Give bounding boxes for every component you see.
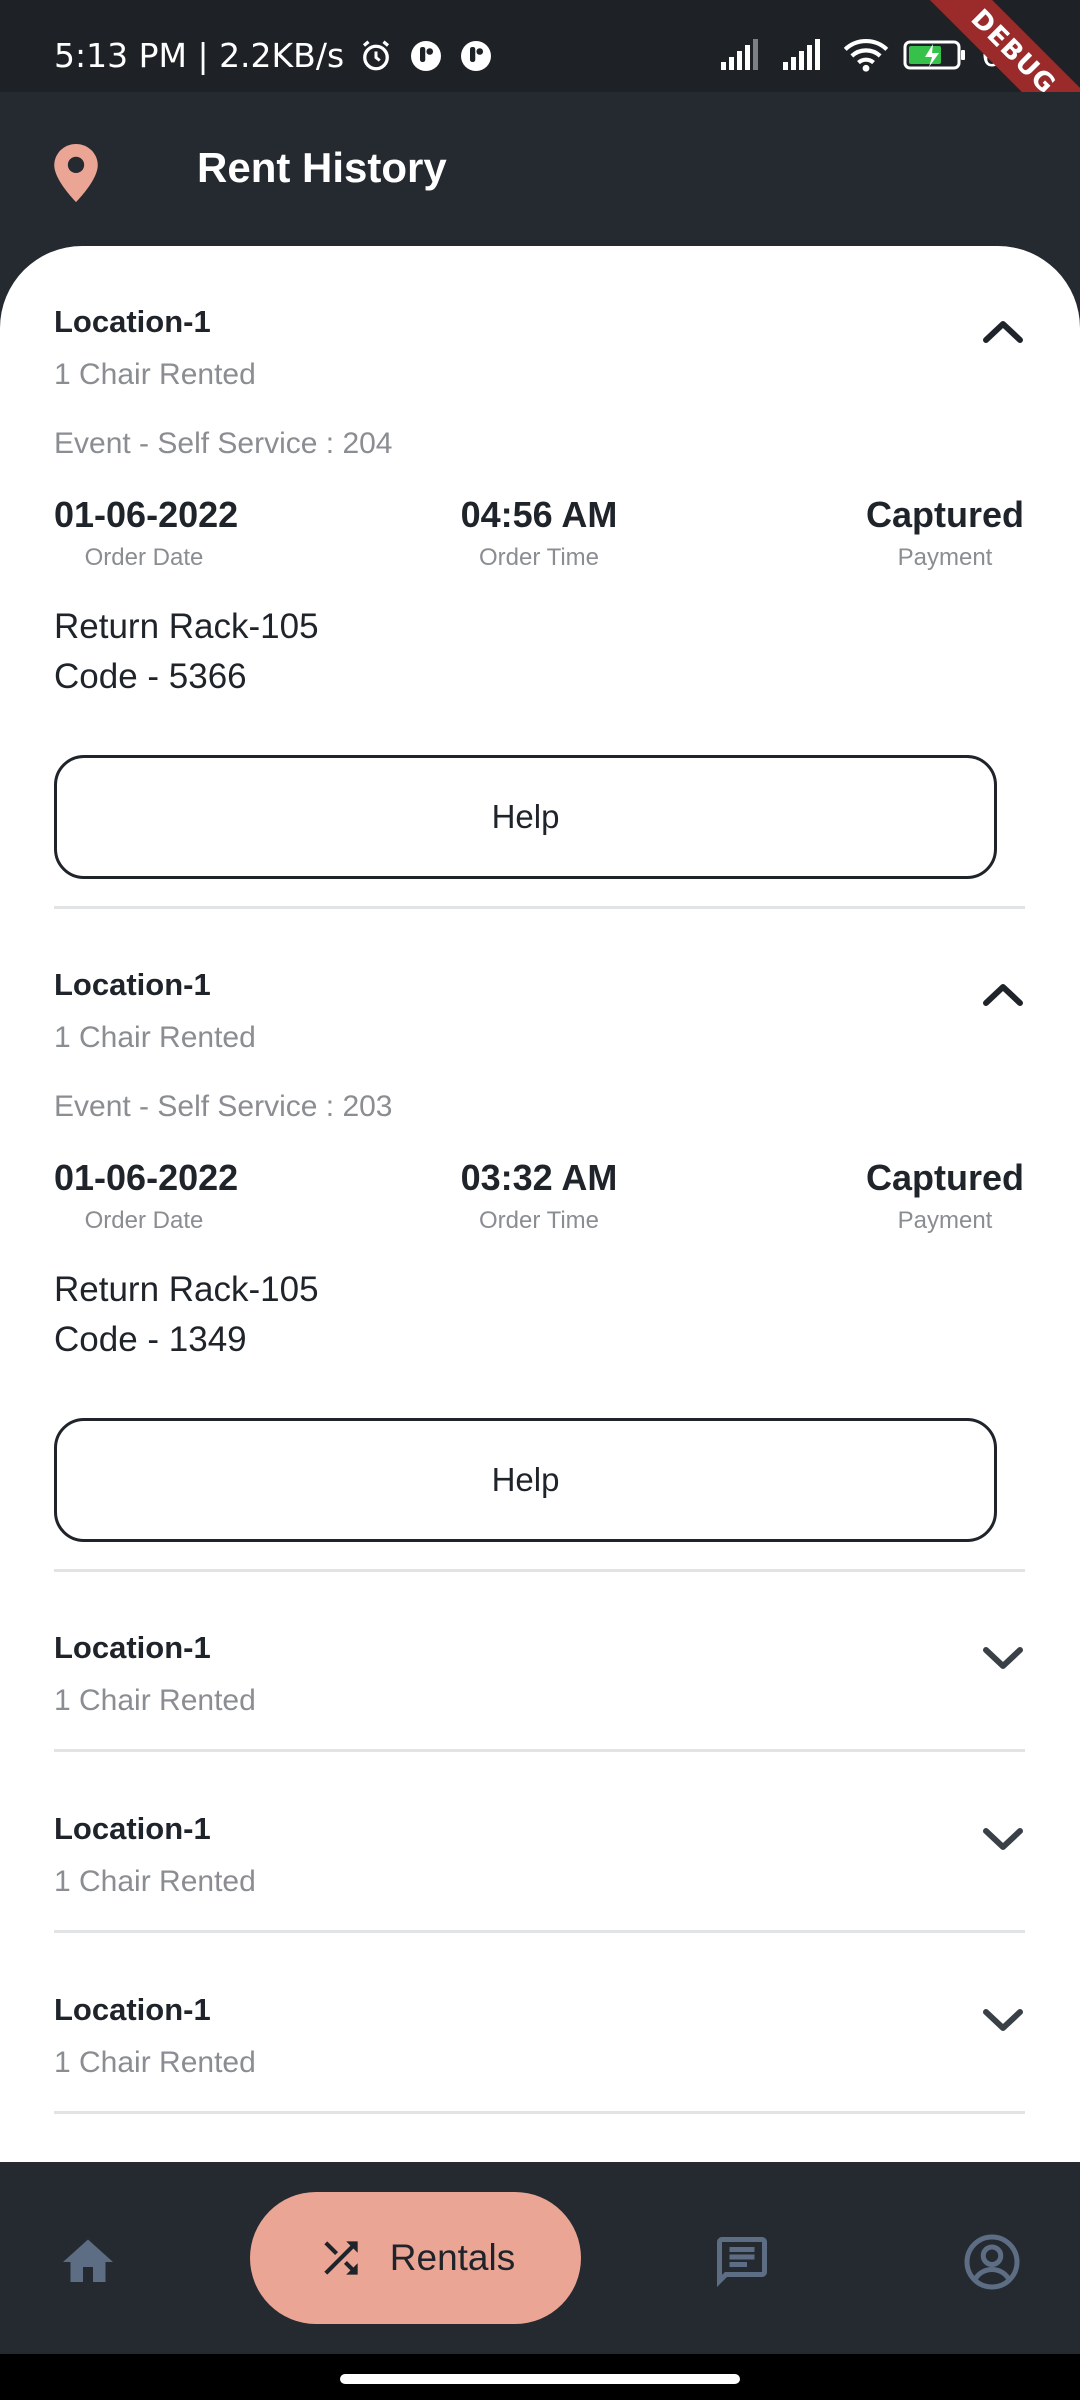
account-icon[interactable] [962,2232,1022,2292]
location-title: Location-1 [54,1992,211,2027]
event-text: Event - Self Service : 203 [54,1090,393,1123]
order-date-value: 01-06-2022 [54,1157,239,1198]
app-notification-icon [411,40,442,71]
location-pin-icon [54,144,98,202]
rental-card-collapsed[interactable]: Location-1 1 Chair Rented [54,1811,1025,1933]
help-button[interactable]: Help [54,1418,997,1542]
rented-count: 1 Chair Rented [54,1684,256,1717]
payment-value: Captured [865,1157,1024,1198]
return-rack: Return Rack-105 [54,607,319,646]
page-title: Rent History [197,144,447,191]
order-date-label: Order Date [84,544,204,571]
app-bar: Rent History [0,92,1080,246]
order-time-value: 03:32 AM [460,1157,618,1198]
payment-status: Captured Payment [865,1157,1025,1235]
battery-charging-icon [903,40,966,70]
rented-count: 1 Chair Rented [54,358,256,391]
home-icon[interactable] [58,2232,118,2292]
status-bar: 5:13 PM | 2.2KB/s 66 DEBUG [0,0,1080,156]
payment-status: Captured Payment [865,494,1025,572]
chevron-down-icon[interactable] [981,2004,1025,2034]
app-notification-icon [461,40,492,71]
order-date-value: 01-06-2022 [54,494,239,535]
chevron-down-icon[interactable] [981,1823,1025,1853]
shuffle-icon [324,2241,358,2275]
chevron-down-icon[interactable] [981,1642,1025,1672]
help-button[interactable]: Help [54,755,997,879]
rental-card: Location-1 1 Chair Rented Event - Self S… [54,304,1025,909]
rental-card-collapsed[interactable]: Location-1 1 Chair Rented [54,1992,1025,2114]
home-gesture-bar[interactable] [340,2374,740,2384]
signal-icon [783,39,821,70]
location-title: Location-1 [54,1630,211,1665]
payment-label: Payment [897,544,993,571]
return-rack-info: Return Rack-105 Code - 5366 [54,602,319,702]
rental-card: Location-1 1 Chair Rented Event - Self S… [54,967,1025,1572]
event-text: Event - Self Service : 204 [54,427,393,460]
rent-history-list[interactable]: Location-1 1 Chair Rented Event - Self S… [0,246,1080,2162]
payment-label: Payment [897,1207,993,1234]
location-title: Location-1 [54,1811,211,1846]
signal-icon [721,39,759,70]
order-time: 04:56 AM Order Time [459,494,619,572]
order-time: 03:32 AM Order Time [459,1157,619,1235]
order-time-label: Order Time [478,1207,600,1234]
chat-icon[interactable] [712,2232,772,2292]
order-date: 01-06-2022 Order Date [54,494,239,572]
payment-value: Captured [865,494,1024,535]
location-title: Location-1 [54,967,211,1002]
return-code: Code - 5366 [54,657,247,696]
order-time-value: 04:56 AM [460,494,618,535]
status-left: 5:13 PM | 2.2KB/s [54,36,494,75]
rental-card-collapsed[interactable]: Location-1 1 Chair Rented [54,1630,1025,1752]
status-time: 5:13 PM | 2.2KB/s [54,36,345,75]
rented-count: 1 Chair Rented [54,2046,256,2079]
bottom-nav: Rentals [0,2162,1080,2354]
chevron-up-icon[interactable] [981,316,1025,346]
order-time-label: Order Time [478,544,600,571]
gesture-area [0,2354,1080,2400]
nav-rentals-button[interactable]: Rentals [250,2192,581,2324]
nav-rentals-label: Rentals [389,2237,516,2278]
order-date-label: Order Date [84,1207,204,1234]
return-rack-info: Return Rack-105 Code - 1349 [54,1265,319,1365]
return-rack: Return Rack-105 [54,1270,319,1309]
return-code: Code - 1349 [54,1320,247,1359]
rented-count: 1 Chair Rented [54,1865,256,1898]
alarm-icon [363,39,390,70]
wifi-icon [844,39,889,72]
order-date: 01-06-2022 Order Date [54,1157,239,1235]
chevron-up-icon[interactable] [981,979,1025,1009]
location-title: Location-1 [54,304,211,339]
rented-count: 1 Chair Rented [54,1021,256,1054]
